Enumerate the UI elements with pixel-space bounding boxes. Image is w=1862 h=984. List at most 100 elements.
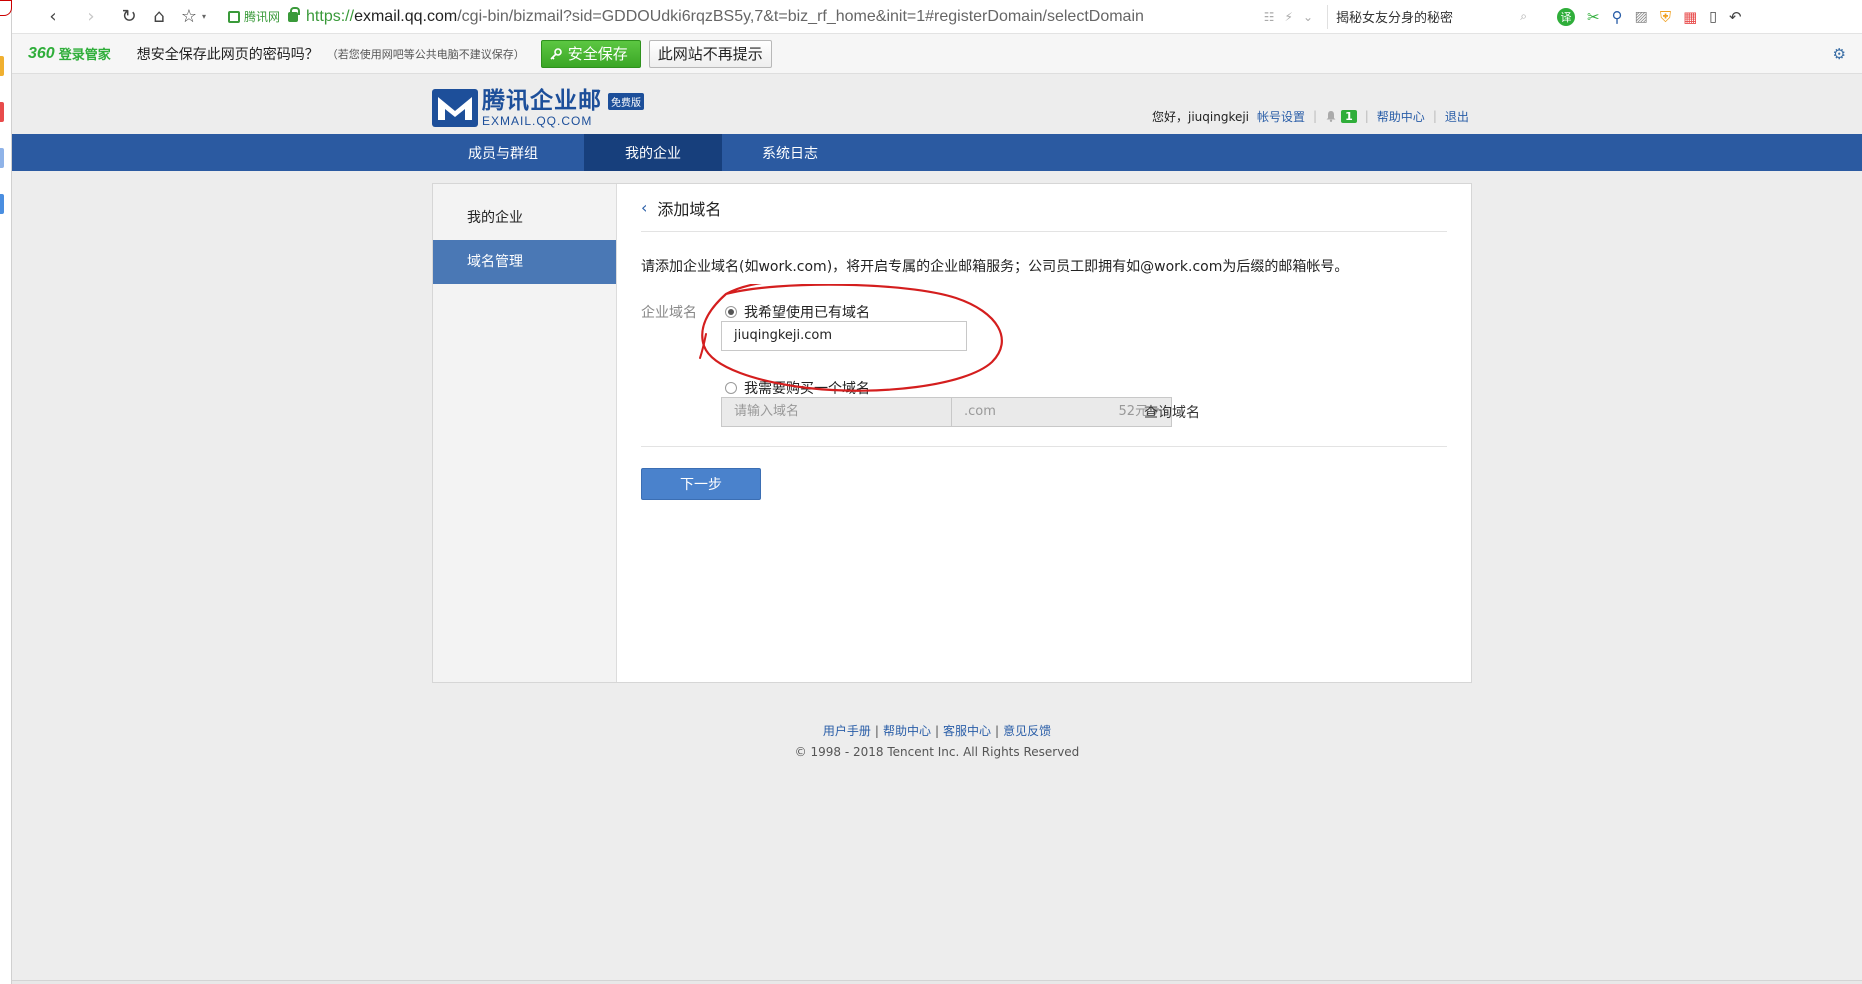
address-bar[interactable]: 腾讯网 https://exmail.qq.com/cgi-bin/bizmai…	[228, 4, 1313, 30]
url-scheme: https://	[306, 7, 355, 25]
sidebar: 我的企业 域名管理	[433, 184, 617, 682]
undo-icon[interactable]: ↶	[1729, 8, 1742, 26]
account-settings-link[interactable]: 帐号设置	[1257, 108, 1305, 125]
lock-icon	[288, 6, 301, 22]
side-bookmark-icon[interactable]	[0, 102, 4, 122]
footer-link-user-manual[interactable]: 用户手册	[823, 724, 871, 738]
favorite-dropdown-icon[interactable]: ▾	[202, 12, 206, 21]
footer-link-help-center[interactable]: 帮助中心	[883, 724, 931, 738]
page-footer: 用户手册 | 帮助中心 | 客服中心 | 意见反馈 © 1998 - 2018 Tencen…	[12, 722, 1862, 759]
apps-grid-icon[interactable]: ▦	[1683, 8, 1697, 26]
browser-side-strip	[0, 0, 12, 984]
search-icon[interactable]: ⌕	[1520, 9, 1527, 24]
safe-save-label: 安全保存	[567, 45, 628, 63]
next-step-button[interactable]: 下一步	[641, 468, 761, 500]
footer-links: 用户手册 | 帮助中心 | 客服中心 | 意见反馈	[12, 722, 1862, 739]
360-logo: 360	[28, 44, 55, 62]
password-save-bar: 360 登录管家 想安全保存此网页的密码吗？ （若您使用网吧等公共电脑不建议保存…	[12, 34, 1862, 74]
bell-icon[interactable]	[1325, 110, 1337, 122]
site-badge-icon	[228, 10, 241, 23]
page-description: 请添加企业域名(如work.com)，将开启专属的企业邮箱服务；公司员工即拥有如…	[641, 259, 1349, 275]
notification-count-badge[interactable]: 1	[1341, 109, 1357, 123]
divider: |	[934, 724, 940, 738]
option-buy-domain-label: 我需要购买一个域名	[744, 381, 870, 397]
brand-name-en: EXMAIL.QQ.COM	[482, 113, 593, 128]
divider: |	[1313, 109, 1318, 123]
site-badge: 腾讯网	[228, 8, 280, 25]
sidebar-item-domain-management[interactable]: 域名管理	[433, 240, 616, 284]
tab-my-enterprise[interactable]: 我的企业	[584, 134, 722, 171]
lightning-icon[interactable]: ⚡	[1285, 10, 1293, 24]
main-panel: 我的企业 域名管理 ‹ 添加域名 请添加企业域名(如work.com)，将开启专…	[432, 183, 1472, 683]
side-bookmark-icon[interactable]	[0, 148, 4, 168]
user-bar: 您好，jiuqingkeji 帐号设置 | 1 | 帮助中心 | 退出	[1152, 108, 1469, 124]
window-bottom-edge	[12, 980, 1862, 984]
divider: |	[995, 724, 1000, 738]
option-existing-domain[interactable]: 我希望使用已有域名	[725, 302, 870, 322]
brand-name-cn: 腾讯企业邮	[482, 87, 602, 114]
password-note: （若您使用网吧等公共电脑不建议保存）	[326, 47, 525, 61]
browser-toolbar: ‹ › ↻ ⌂ ☆ ▾ 腾讯网 https://exmail.qq.com/cg…	[12, 0, 1862, 34]
favorite-star-icon[interactable]: ☆	[176, 4, 202, 30]
url-path: /cgi-bin/bizmail?sid=GDDOUdki6rqzBS5y,7&…	[457, 7, 1144, 25]
logout-link[interactable]: 退出	[1445, 108, 1469, 125]
chevron-left-icon[interactable]: ‹	[641, 198, 647, 217]
side-bookmark-icon[interactable]	[0, 194, 4, 214]
free-edition-badge: 免费版	[608, 92, 644, 110]
360-logo-sub: 登录管家	[58, 48, 111, 63]
tab-members-groups[interactable]: 成员与群组	[422, 134, 584, 171]
site-badge-label: 腾讯网	[244, 10, 281, 24]
radio-existing-domain[interactable]	[725, 306, 737, 318]
domain-suffix-value: .com	[964, 404, 996, 419]
copyright: © 1998 - 2018 Tencent Inc. All Rights Re…	[794, 745, 1080, 759]
url-host: exmail.qq.com	[354, 7, 458, 25]
key-icon	[550, 47, 562, 60]
option-buy-domain[interactable]: 我需要购买一个域名	[725, 378, 870, 398]
footer-link-customer-service[interactable]: 客服中心	[943, 724, 991, 738]
refresh-button[interactable]: ↻	[116, 4, 142, 30]
shield-icon[interactable]: ⛨	[1660, 8, 1671, 26]
divider: |	[874, 724, 879, 738]
forward-button[interactable]: ›	[78, 4, 104, 30]
content-area: ‹ 添加域名 请添加企业域名(如work.com)，将开启专属的企业邮箱服务；公…	[641, 184, 1447, 682]
image-icon[interactable]: ▨	[1635, 9, 1648, 25]
divider: |	[1364, 109, 1369, 123]
domain-field-label: 企业域名	[641, 305, 697, 321]
page-title-bar: ‹ 添加域名	[641, 184, 1447, 232]
back-button[interactable]: ‹	[40, 4, 66, 30]
browser-logo-icon[interactable]	[0, 0, 12, 16]
footer-link-feedback[interactable]: 意见反馈	[1003, 724, 1051, 738]
divider	[641, 446, 1447, 447]
domain-suffix-select[interactable]: .com 52元 ▼	[951, 397, 1172, 427]
buy-domain-input[interactable]: 请输入域名	[721, 397, 967, 427]
safe-save-button[interactable]: 安全保存	[540, 39, 641, 68]
search-text: 揭秘女友分身的秘密	[1336, 11, 1454, 26]
tab-system-log[interactable]: 系统日志	[722, 134, 858, 171]
translate-icon[interactable]: 译	[1557, 7, 1576, 26]
exmail-page: 腾讯企业邮 EXMAIL.QQ.COM 免费版 您好，jiuqingkeji 帐…	[12, 74, 1862, 984]
gear-icon[interactable]: ⚙	[1833, 45, 1846, 63]
browser-search-box[interactable]: 揭秘女友分身的秘密 ⌕	[1327, 4, 1527, 29]
tablet-icon[interactable]: ▯	[1709, 9, 1717, 25]
address-dropdown-icon[interactable]: ⌄	[1303, 10, 1313, 24]
option-existing-domain-label: 我希望使用已有域名	[744, 305, 870, 321]
existing-domain-input[interactable]: jiuqingkeji.com	[721, 321, 967, 351]
qr-code-icon[interactable]: ☷	[1264, 10, 1275, 24]
magnifier-icon[interactable]: ⚲	[1612, 8, 1623, 26]
page-title: 添加域名	[657, 199, 722, 219]
divider: |	[1432, 109, 1437, 123]
page-header: 腾讯企业邮 EXMAIL.QQ.COM 免费版 您好，jiuqingkeji 帐…	[12, 74, 1862, 134]
home-button[interactable]: ⌂	[146, 4, 172, 30]
never-prompt-button[interactable]: 此网站不再提示	[648, 39, 772, 68]
exmail-logo-icon	[432, 89, 478, 127]
radio-buy-domain[interactable]	[725, 382, 737, 394]
main-nav: 成员与群组 我的企业 系统日志	[12, 134, 1862, 171]
user-greeting: 您好，jiuqingkeji	[1152, 109, 1250, 124]
scissors-icon[interactable]: ✂	[1587, 8, 1600, 26]
help-center-link[interactable]: 帮助中心	[1377, 108, 1425, 125]
sidebar-item-my-enterprise[interactable]: 我的企业	[433, 196, 616, 240]
query-domain-link[interactable]: 查询域名	[1144, 402, 1200, 422]
brand-logo[interactable]: 腾讯企业邮 EXMAIL.QQ.COM 免费版	[432, 88, 644, 128]
side-bookmark-icon[interactable]	[0, 56, 4, 76]
password-question: 想安全保存此网页的密码吗？	[136, 46, 319, 63]
